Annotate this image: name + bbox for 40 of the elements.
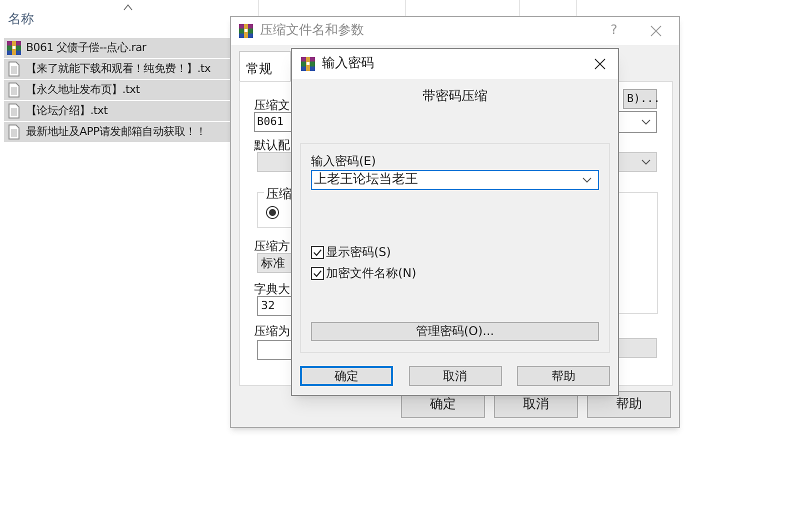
file-name: 【论坛介绍】.txt: [26, 102, 108, 119]
text-file-icon: [6, 82, 22, 98]
window-title: 压缩文件名和参数: [260, 22, 365, 40]
dialog-button[interactable]: 帮助: [587, 391, 671, 418]
dialog-button[interactable]: 确定: [300, 366, 393, 386]
dialog-heading: 带密码压缩: [422, 88, 488, 106]
archive-icon: [238, 23, 254, 39]
archive-icon: [300, 56, 316, 72]
column-header[interactable]: 名称: [8, 10, 34, 30]
browse-button[interactable]: B)...: [623, 89, 657, 109]
field-label: 压缩方: [254, 238, 290, 255]
chevron-down-icon: [641, 119, 651, 125]
checkbox-label: 加密文件名称(N): [326, 265, 416, 282]
field-label: 字典大: [254, 281, 290, 298]
field-label: 默认配: [254, 137, 290, 154]
text-file-icon: [6, 124, 22, 140]
tab[interactable]: 常规: [239, 51, 291, 81]
close-icon[interactable]: [594, 58, 606, 70]
file-name: B061 父债子偿--点心.rar: [26, 40, 146, 56]
checkbox[interactable]: [311, 266, 324, 280]
text-file-icon: [6, 61, 22, 77]
checkbox[interactable]: [311, 246, 324, 258]
text-file-icon: [6, 103, 22, 119]
field-label: 压缩文: [254, 97, 290, 114]
field-label: 压缩为: [254, 323, 290, 340]
file-name: 【来了就能下载和观看！纯免费！】.tx: [26, 60, 211, 77]
field-label: 输入密码(E): [311, 153, 376, 168]
chevron-down-icon: [582, 177, 592, 183]
window-title: 输入密码: [322, 55, 375, 74]
dialog-button[interactable]: 帮助: [517, 366, 610, 386]
radio-button[interactable]: [266, 206, 279, 219]
file-name: 最新地址及APP请发邮箱自动获取！！: [26, 124, 206, 140]
file-name: 【永久地址发布页】.txt: [26, 82, 140, 98]
archive-icon: [6, 40, 22, 56]
checkbox-label: 显示密码(S): [326, 244, 391, 261]
chevron-down-icon: [641, 159, 651, 165]
dialog-button[interactable]: 取消: [408, 366, 502, 386]
sort-caret-icon: [122, 3, 134, 11]
password-field[interactable]: 上老王论坛当老王: [311, 170, 599, 190]
manage-passwords-button[interactable]: 管理密码(O)...: [311, 322, 599, 341]
